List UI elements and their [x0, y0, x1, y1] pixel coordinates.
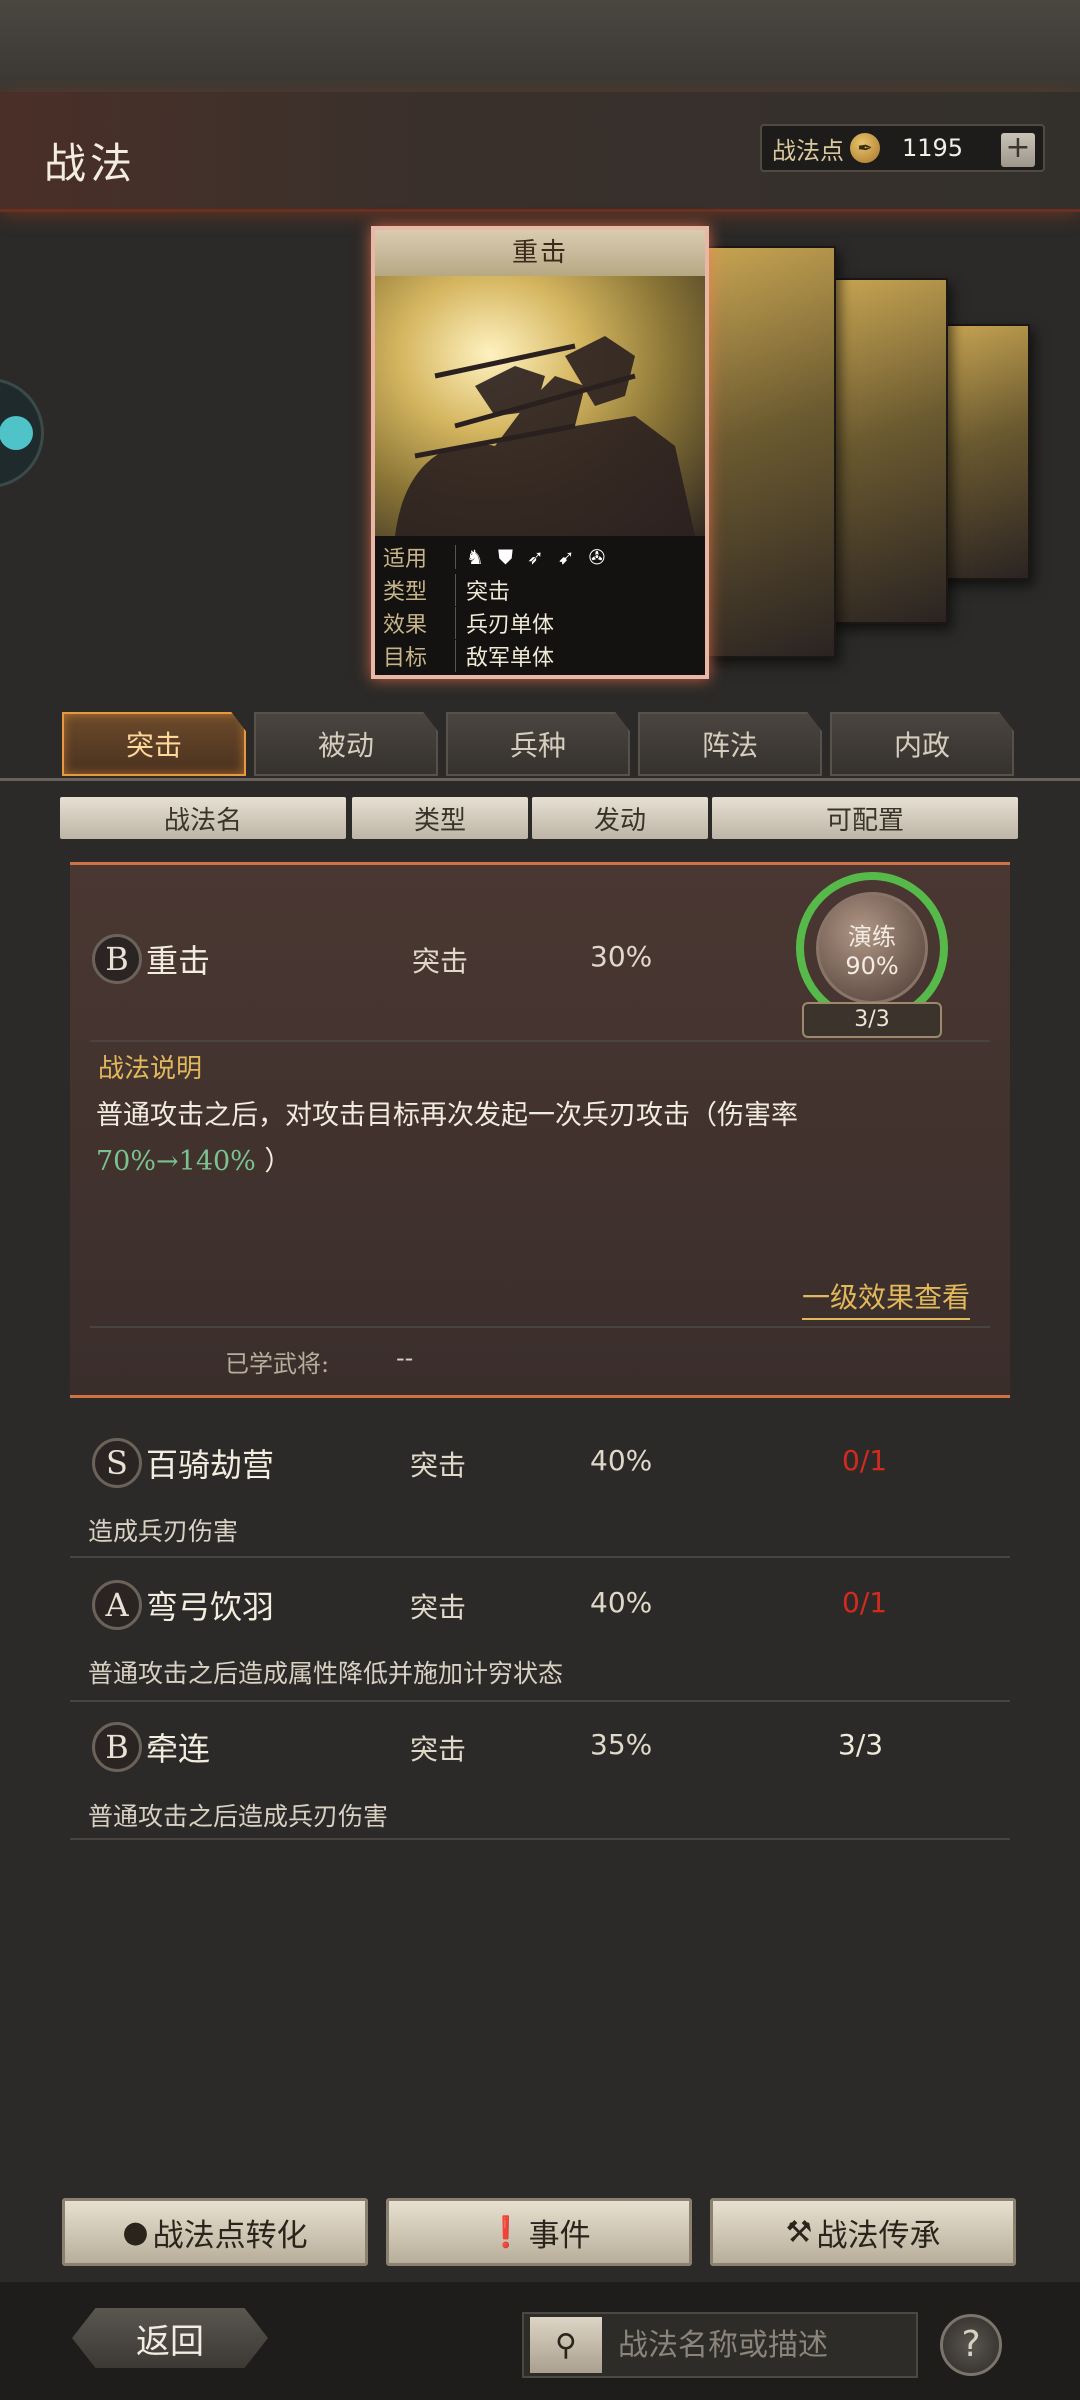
spear-icon: ➹	[557, 544, 575, 569]
skill-rate: 40%	[590, 1586, 653, 1619]
chariot-icon: ✇	[588, 544, 606, 569]
description-body: 普通攻击之后，对攻击目标再次发起一次兵刃攻击（伤害率	[96, 1100, 798, 1131]
skill-rate: 40%	[590, 1444, 653, 1477]
skill-rate: 30%	[590, 940, 653, 973]
card-row-applicable: 适用 ♞ ⛊ ➶ ➹ ✇	[383, 540, 697, 573]
category-tabs: 突击 被动 兵种 阵法 内政	[62, 712, 1022, 776]
divider	[70, 1556, 1010, 1558]
practice-percent: 90%	[845, 951, 899, 980]
learned-generals-value: --	[396, 1344, 414, 1372]
drop-icon: ●	[122, 2214, 149, 2250]
card-preview-3[interactable]	[830, 278, 948, 624]
button-label: 事件	[528, 2217, 591, 2254]
points-label: 战法点	[772, 136, 844, 165]
alert-icon: ❗	[487, 2214, 525, 2250]
learned-generals-label: 已学武将:	[225, 1350, 330, 1378]
card-title: 重击	[375, 230, 705, 276]
description-title: 战法说明	[98, 1054, 203, 1084]
cavalry-icon: ♞	[466, 544, 484, 569]
skill-type: 突击	[410, 1449, 467, 1482]
search-input[interactable]	[618, 2327, 908, 2363]
quill-icon: ✒	[850, 133, 880, 163]
tactic-points-box: 战法点 ✒ 1195 +	[760, 124, 1045, 172]
info-key: 目标	[383, 645, 428, 671]
info-value: 突击	[455, 573, 510, 606]
skill-description: 普通攻击之后造成属性降低并施加计穷状态	[88, 1659, 564, 1688]
tab-assault[interactable]: 突击	[62, 712, 246, 776]
hammer-icon: ⚒	[785, 2214, 813, 2250]
selected-skill-card[interactable]: 重击 适用 ♞ ⛊ ➶ ➹ ✇ 类型 突击 效果 兵刃单体 目标 敌军单体	[371, 226, 709, 679]
practice-count: 3/3	[802, 1002, 942, 1038]
configurable-count: 3/3	[838, 1728, 884, 1761]
configurable-count: 0/1	[842, 1586, 888, 1619]
info-key: 适用	[383, 546, 428, 572]
info-key: 效果	[383, 612, 428, 638]
shield-icon: ⛊	[497, 544, 513, 569]
level-one-effect-link[interactable]: 一级效果查看	[802, 1276, 971, 1320]
header: 战法 战法点 ✒ 1195 +	[0, 92, 1080, 212]
divider	[70, 1700, 1010, 1702]
tab-passive[interactable]: 被动	[254, 712, 438, 776]
tab-internal[interactable]: 内政	[830, 712, 1014, 776]
col-header-type[interactable]: 类型	[352, 797, 528, 839]
points-value: 1195	[902, 134, 964, 162]
skill-type: 突击	[412, 945, 469, 978]
card-row-target: 目标 敌军单体	[383, 639, 697, 672]
card-row-effect: 效果 兵刃单体	[383, 606, 697, 639]
description-text: 普通攻击之后，对攻击目标再次发起一次兵刃攻击（伤害率 70%→140% ）	[96, 1093, 976, 1185]
col-header-configurable[interactable]: 可配置	[712, 797, 1018, 839]
grade-badge: B	[92, 1722, 142, 1772]
convert-points-button[interactable]: ● 战法点转化	[62, 2198, 368, 2266]
skill-type: 突击	[410, 1733, 467, 1766]
divider	[90, 1040, 990, 1042]
description-end: ）	[264, 1146, 292, 1177]
tab-formation[interactable]: 阵法	[638, 712, 822, 776]
page-title: 战法	[44, 139, 137, 188]
search-box: ⚲	[522, 2312, 918, 2378]
button-label: 战法点转化	[152, 2217, 308, 2254]
divider	[90, 1326, 990, 1328]
inherit-skill-button[interactable]: ⚒ 战法传承	[710, 2198, 1016, 2266]
grade-badge: S	[92, 1438, 142, 1488]
add-points-button[interactable]: +	[1001, 133, 1035, 167]
info-key: 类型	[383, 579, 428, 605]
tab-divider	[0, 778, 1080, 781]
configurable-count: 0/1	[842, 1444, 888, 1477]
info-value: 敌军单体	[455, 639, 554, 672]
info-value: 兵刃单体	[455, 606, 554, 639]
card-preview-2[interactable]	[704, 246, 836, 658]
skill-name: 百骑劫营	[146, 1446, 275, 1484]
help-button[interactable]: ?	[940, 2314, 1002, 2376]
grade-badge: A	[92, 1580, 142, 1630]
skill-type: 突击	[410, 1591, 467, 1624]
bow-icon: ➶	[526, 544, 544, 569]
button-label: 战法传承	[816, 2217, 941, 2254]
events-button[interactable]: ❗ 事件	[386, 2198, 692, 2266]
card-preview-4[interactable]	[938, 324, 1030, 580]
top-banner	[0, 0, 1080, 92]
side-character-icon[interactable]	[0, 378, 44, 488]
tab-troop[interactable]: 兵种	[446, 712, 630, 776]
search-icon[interactable]: ⚲	[530, 2317, 602, 2373]
back-button[interactable]: 返回	[72, 2308, 268, 2368]
skill-name: 重击	[146, 942, 211, 980]
skill-description: 普通攻击之后造成兵刃伤害	[88, 1802, 389, 1831]
damage-rate: 70%→140%	[96, 1146, 256, 1177]
skill-rate: 35%	[590, 1728, 653, 1761]
skill-name: 牵连	[146, 1730, 211, 1768]
col-header-trigger[interactable]: 发动	[532, 797, 708, 839]
practice-label: 演练	[848, 922, 896, 951]
card-row-type: 类型 突击	[383, 573, 697, 606]
divider	[70, 1838, 1010, 1840]
card-artwork	[375, 276, 705, 536]
skill-description: 造成兵刃伤害	[88, 1517, 239, 1546]
skill-name: 弯弓饮羽	[146, 1588, 275, 1626]
card-info: 适用 ♞ ⛊ ➶ ➹ ✇ 类型 突击 效果 兵刃单体 目标 敌军单体	[375, 536, 705, 675]
grade-badge: B	[92, 934, 142, 984]
col-header-name[interactable]: 战法名	[60, 797, 346, 839]
